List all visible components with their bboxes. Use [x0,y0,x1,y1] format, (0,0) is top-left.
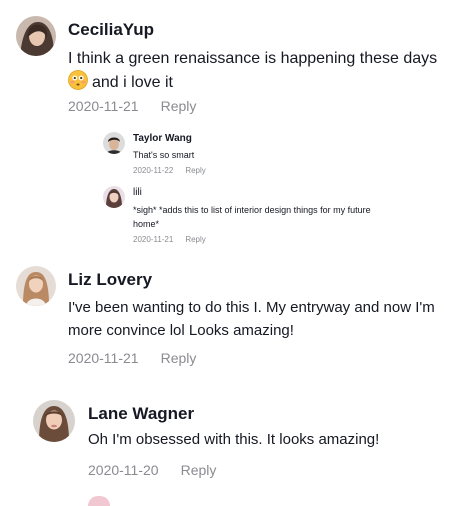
comment-meta: 2020-11-20 Reply [88,462,216,478]
comment-date: 2020-11-21 [68,350,139,366]
reply-username[interactable]: lili [133,187,142,198]
reply-username[interactable]: Taylor Wang [133,133,192,144]
reply-text: That's so smart [133,150,195,160]
avatar[interactable] [103,132,125,154]
reply-date: 2020-11-22 [133,166,174,175]
avatar[interactable] [16,266,56,306]
reply-date: 2020-11-21 [133,235,174,244]
reply-button[interactable]: Reply [185,166,205,175]
reply-button[interactable]: Reply [181,462,217,478]
avatar[interactable] [33,400,75,442]
comment-date: 2020-11-20 [88,462,159,478]
reply-button[interactable]: Reply [185,235,205,244]
reply-button[interactable]: Reply [161,98,197,114]
reply-text: *sigh* *adds this to list of interior de… [133,205,371,229]
user-photo-icon [103,186,125,208]
comment-text: I think a green renaissance is happening… [68,48,443,97]
comment-meta: 2020-11-21 Reply [68,350,196,366]
user-photo-icon [33,400,75,442]
comment-username[interactable]: CeciliaYup [68,20,154,40]
reply-meta: 2020-11-22 Reply [133,166,206,175]
comment-text: I've been wanting to do this I. My entry… [68,299,435,339]
comment-username[interactable]: Lane Wagner [88,404,194,424]
comment-username[interactable]: Liz Lovery [68,270,152,290]
reply-meta: 2020-11-21 Reply [133,235,206,244]
user-photo-icon [16,16,56,56]
comment-text-line2: and i love it [92,74,173,91]
user-photo-icon [103,132,125,154]
comment-date: 2020-11-21 [68,98,139,114]
comment-text: Oh I'm obsessed with this. It looks amaz… [88,431,380,448]
comment-text-line1: I think a green renaissance is happening… [68,50,438,67]
next-comment-avatar-peek [88,496,110,506]
avatar[interactable] [103,186,125,208]
avatar[interactable] [16,16,56,56]
flushed-face-emoji-icon [68,70,88,97]
comment-meta: 2020-11-21 Reply [68,98,196,114]
user-photo-icon [16,266,56,306]
reply-button[interactable]: Reply [161,350,197,366]
